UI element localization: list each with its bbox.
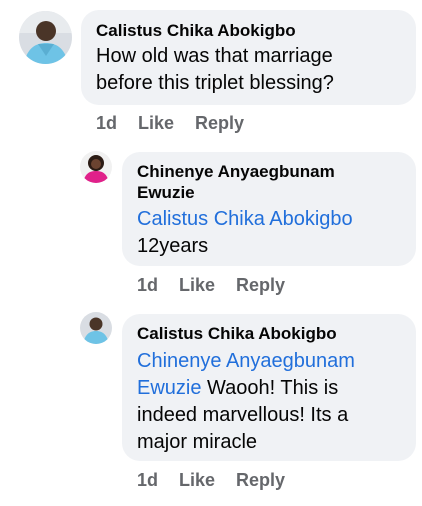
- like-button[interactable]: Like: [179, 274, 215, 296]
- avatar[interactable]: [19, 11, 72, 64]
- comment-bubble: Calistus Chika Abokigbo How old was that…: [81, 10, 416, 105]
- reply-button[interactable]: Reply: [195, 112, 244, 134]
- comment-timestamp[interactable]: 1d: [137, 274, 158, 296]
- comment-text: Chinenye Anyaegbunam Ewuzie Waooh! This …: [137, 348, 392, 456]
- avatar-image: [80, 312, 112, 344]
- like-button[interactable]: Like: [138, 112, 174, 134]
- reply-button[interactable]: Reply: [236, 469, 285, 491]
- like-button[interactable]: Like: [179, 469, 215, 491]
- comment-timestamp[interactable]: 1d: [137, 469, 158, 491]
- comment-timestamp[interactable]: 1d: [96, 112, 117, 134]
- comment-actions: 1d Like Reply: [137, 274, 285, 296]
- comment-bubble: Chinenye Anyaegbunam Ewuzie Calistus Chi…: [122, 152, 416, 266]
- mention-link[interactable]: Calistus Chika Abokigbo: [137, 208, 353, 230]
- avatar[interactable]: [80, 151, 112, 183]
- comment-text: Calistus Chika Abokigbo 12years: [137, 206, 404, 260]
- comment-actions: 1d Like Reply: [137, 469, 285, 491]
- avatar[interactable]: [80, 312, 112, 344]
- comment-actions: 1d Like Reply: [96, 112, 244, 134]
- comment-author[interactable]: Calistus Chika Abokigbo: [96, 20, 402, 41]
- reply-button[interactable]: Reply: [236, 274, 285, 296]
- comment-author[interactable]: Calistus Chika Abokigbo: [137, 323, 404, 344]
- comment-author[interactable]: Chinenye Anyaegbunam Ewuzie: [137, 161, 357, 203]
- comment-body: 12years: [137, 235, 209, 257]
- comment-text: How old was that marriage before this tr…: [96, 45, 334, 94]
- avatar-image: [19, 11, 72, 64]
- avatar-image: [80, 151, 112, 183]
- comment-bubble: Calistus Chika Abokigbo Chinenye Anyaegb…: [122, 314, 416, 461]
